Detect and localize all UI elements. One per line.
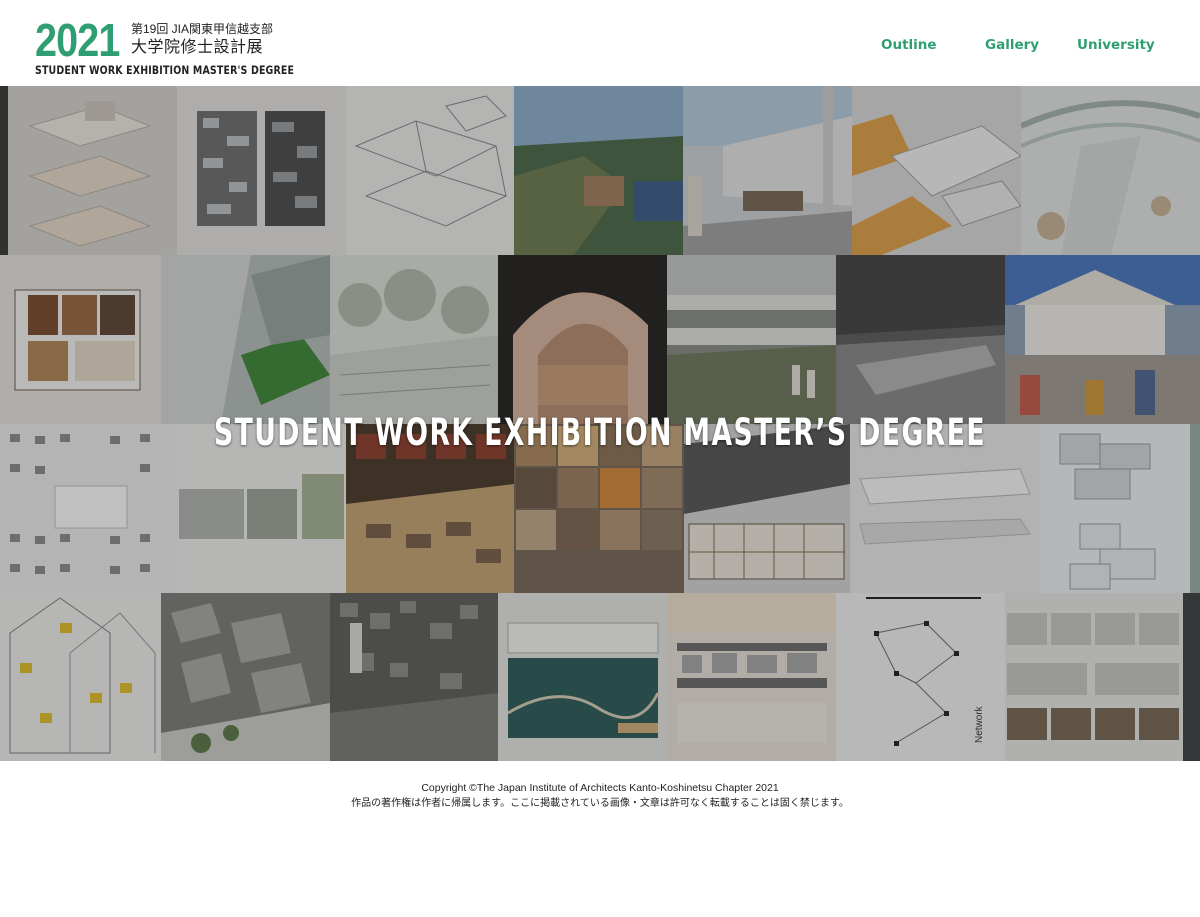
collage-tile-elevation-strips — [667, 593, 836, 761]
logo-year: 2021 — [35, 14, 120, 66]
logo-title-jp: 大学院修士設計展 — [131, 39, 264, 56]
coastal-village-photo — [514, 86, 683, 255]
elevation-strips-drawing — [667, 593, 836, 743]
house-section-drawing — [14, 289, 141, 391]
nav-outline-link[interactable]: Outline — [881, 36, 937, 54]
copyright-text: Copyright ©The Japan Institute of Archit… — [421, 782, 779, 794]
logo-title-en: STUDENT WORK EXHIBITION MASTER'S DEGREE — [35, 63, 295, 77]
house-yellow-drawing — [9, 597, 156, 754]
collage-tile-map-panel — [498, 593, 667, 761]
model-layers-drawing — [0, 86, 152, 255]
garden-model-photo — [330, 269, 498, 424]
collage-tile-tower-elevation — [177, 86, 346, 255]
collage-tile-diagram-grid — [0, 424, 177, 593]
hero-collage: Network STUDENT WORK EXHIBITION MASTER’S… — [0, 86, 1200, 761]
dome-interior-photo — [513, 292, 648, 424]
collage-tile-network-map: Network — [836, 593, 1005, 761]
axonometric-drawing — [354, 95, 508, 227]
collage-tile-city-aerial — [330, 593, 498, 761]
tower-elevation-drawing — [197, 111, 325, 226]
street-arcade-photo — [683, 86, 852, 255]
site-logo[interactable]: 2021 第19回 JIA関東甲信越支部 大学院修士設計展 STUDENT WO… — [35, 14, 294, 76]
orange-axo-drawing — [852, 114, 1021, 255]
diagram-grid-drawing — [10, 434, 150, 574]
collage-tile-green-corridor — [161, 255, 330, 424]
collage-tile-axonometric — [346, 86, 514, 255]
collage-tile-aerial-town — [161, 593, 330, 761]
collage-tile-orange-axo — [852, 86, 1021, 255]
collage-tile-garden-model — [330, 255, 498, 424]
site-footer: Copyright ©The Japan Institute of Archit… — [0, 761, 1200, 917]
aerial-town-photo — [161, 603, 330, 761]
network-label: Network — [974, 706, 985, 743]
stacked-tower-drawing — [1059, 424, 1200, 593]
site-header: 2021 第19回 JIA関東甲信越支部 大学院修士設計展 STUDENT WO… — [0, 0, 1200, 86]
market-crowd-photo — [1005, 255, 1200, 424]
collage-tile-canopy-park — [1021, 86, 1200, 255]
copyright-notice: 作品の著作権は作者に帰属します。ここに掲載されている画像・文章は許可なく転載する… — [351, 798, 849, 809]
hero-title: STUDENT WORK EXHIBITION MASTER’S DEGREE — [214, 411, 986, 454]
sketch-grid-drawing — [1007, 613, 1179, 740]
collage-tile-house-section — [0, 255, 161, 424]
collage-tile-model-layers — [0, 86, 177, 255]
map-panel-drawing — [507, 622, 660, 738]
canopy-park-drawing — [1021, 100, 1200, 255]
nav-gallery-link[interactable]: Gallery — [985, 36, 1039, 54]
collage-tile-dark-edge — [1183, 593, 1200, 761]
collage-tile-low-building — [667, 255, 836, 424]
collage-tile-stacked-tower — [1040, 424, 1200, 593]
collage-tile-dome-interior — [498, 255, 667, 424]
collage-tile-market-crowd — [1005, 255, 1200, 424]
nav-university-link[interactable]: University — [1077, 36, 1155, 54]
collage-tile-house-yellow — [0, 593, 161, 761]
collage-tile-street-arcade — [683, 86, 852, 255]
low-building-photo — [667, 255, 836, 424]
logo-edition: 第19回 JIA関東甲信越支部 — [131, 22, 274, 36]
collage-tile-coastal-village — [514, 86, 683, 255]
collage-tile-tunnel-space — [836, 255, 1005, 424]
collage-tile-sketch-grid — [1005, 593, 1183, 761]
city-aerial-photo — [330, 601, 498, 761]
green-corridor-photo — [161, 255, 330, 424]
tunnel-space-photo — [836, 255, 1005, 424]
